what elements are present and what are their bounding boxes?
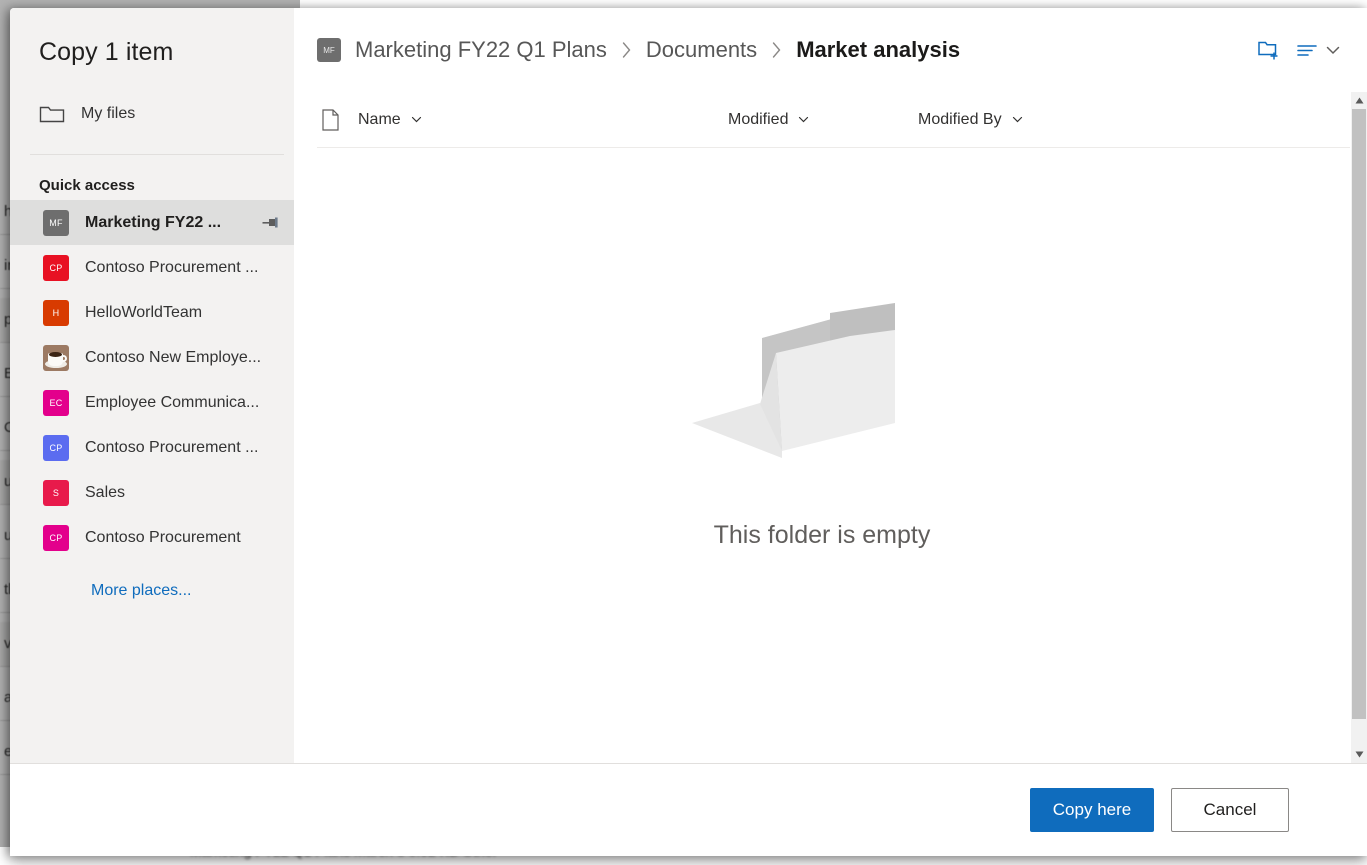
breadcrumb-current: Market analysis <box>796 37 960 63</box>
dialog-main-pane: MF Marketing FY22 Q1 PlansDocumentsMarke… <box>294 8 1367 763</box>
site-icon: H <box>43 300 69 326</box>
my-files-label: My files <box>81 105 135 123</box>
file-list-area: Name Modified Modified B <box>294 92 1367 763</box>
quick-access-item-label: Contoso Procurement ... <box>85 439 280 457</box>
site-icon: S <box>43 480 69 506</box>
view-options-icon[interactable] <box>1295 40 1319 60</box>
site-icon: MF <box>317 38 341 62</box>
more-places-link[interactable]: More places... <box>10 560 294 600</box>
quick-access-item[interactable]: EC Employee Communica... <box>10 380 294 425</box>
quick-access-item[interactable]: MF Marketing FY22 ... <box>10 200 294 245</box>
chevron-down-icon <box>797 113 810 126</box>
quick-access-item-label: Contoso New Employe... <box>85 349 280 367</box>
site-icon: MF <box>43 210 69 236</box>
breadcrumb-link[interactable]: Documents <box>646 37 757 63</box>
quick-access-item[interactable]: H HelloWorldTeam <box>10 290 294 335</box>
quick-access-item-label: Contoso Procurement ... <box>85 259 280 277</box>
file-type-icon <box>317 109 343 131</box>
sidebar-item-my-files[interactable]: My files <box>10 92 294 136</box>
empty-folder-illustration-icon <box>690 283 955 463</box>
scrollbar-track[interactable] <box>1351 109 1367 746</box>
site-icon: CP <box>43 255 69 281</box>
dialog-title: Copy 1 item <box>10 8 294 67</box>
site-icon: CP <box>43 525 69 551</box>
breadcrumb: MF Marketing FY22 Q1 PlansDocumentsMarke… <box>294 8 1367 92</box>
dialog-footer: Copy here Cancel <box>10 763 1367 856</box>
quick-access-item-label: Contoso Procurement <box>85 529 280 547</box>
quick-access-item[interactable]: CP Contoso Procurement ... <box>10 245 294 290</box>
pin-icon[interactable] <box>262 215 280 231</box>
quick-access-item-label: Sales <box>85 484 280 502</box>
copy-item-dialog: Copy 1 item My files Quick access MFMark… <box>10 8 1367 856</box>
chevron-down-icon <box>1011 113 1024 126</box>
site-icon <box>43 345 69 371</box>
empty-state: This folder is empty <box>294 148 1350 763</box>
cancel-button[interactable]: Cancel <box>1171 788 1289 832</box>
scrollbar-up-arrow-icon[interactable] <box>1355 92 1364 109</box>
breadcrumb-items: Marketing FY22 Q1 Plans Documents Market a… <box>341 37 960 63</box>
breadcrumb-separator-icon <box>621 41 632 59</box>
dialog-sidebar: Copy 1 item My files Quick access MF Mark… <box>10 8 294 763</box>
breadcrumb-separator-icon <box>771 41 782 59</box>
quick-access-item-label: Marketing FY22 ... <box>85 214 262 232</box>
column-header-modified-label: Modified <box>728 111 788 129</box>
scrollbar-down-arrow-icon[interactable] <box>1355 746 1364 763</box>
quick-access-item[interactable]: S Sales <box>10 470 294 515</box>
file-list-scrollbar[interactable] <box>1350 92 1367 763</box>
column-header-name[interactable]: Name <box>358 111 728 129</box>
file-list-main: Name Modified Modified B <box>294 92 1350 763</box>
quick-access-heading: Quick access <box>10 155 294 200</box>
quick-access-item[interactable]: CP Contoso Procurement <box>10 515 294 560</box>
scrollbar-thumb[interactable] <box>1352 109 1366 719</box>
chevron-down-icon <box>410 113 423 126</box>
new-folder-icon[interactable] <box>1257 38 1283 62</box>
column-header-name-label: Name <box>358 111 401 129</box>
quick-access-list: MF Marketing FY22 ... CP Contoso Procuremen… <box>10 200 294 560</box>
site-icon: CP <box>43 435 69 461</box>
column-header-modified-by[interactable]: Modified By <box>918 111 1024 129</box>
column-header-modified-by-label: Modified By <box>918 111 1002 129</box>
folder-icon <box>39 104 65 124</box>
column-header-modified[interactable]: Modified <box>728 111 918 129</box>
dialog-body: Copy 1 item My files Quick access MFMark… <box>10 8 1367 763</box>
quick-access-item-label: Employee Communica... <box>85 394 280 412</box>
view-options-chevron-down-icon[interactable] <box>1323 40 1343 60</box>
empty-state-message: This folder is empty <box>714 521 931 550</box>
copy-here-button[interactable]: Copy here <box>1030 788 1154 832</box>
file-list-column-headers: Name Modified Modified B <box>317 92 1350 148</box>
quick-access-item[interactable]: Contoso New Employe... <box>10 335 294 380</box>
site-icon: EC <box>43 390 69 416</box>
quick-access-item-label: HelloWorldTeam <box>85 304 280 322</box>
breadcrumb-link[interactable]: Marketing FY22 Q1 Plans <box>355 37 607 63</box>
quick-access-item[interactable]: CP Contoso Procurement ... <box>10 425 294 470</box>
